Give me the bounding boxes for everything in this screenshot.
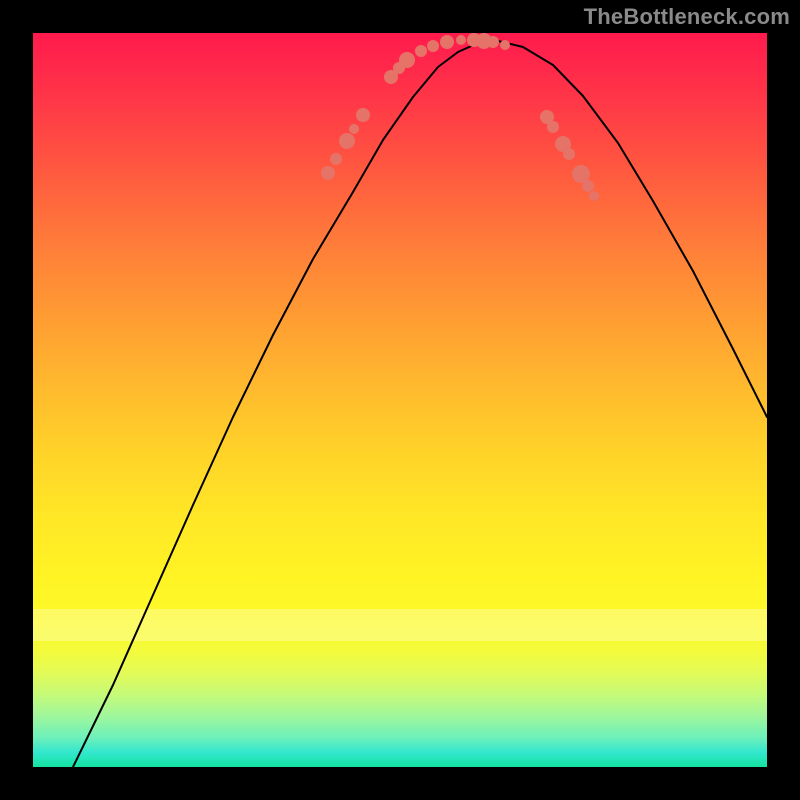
gradient-background <box>33 33 767 767</box>
chart-frame <box>33 33 767 767</box>
watermark-label: TheBottleneck.com <box>584 4 790 30</box>
